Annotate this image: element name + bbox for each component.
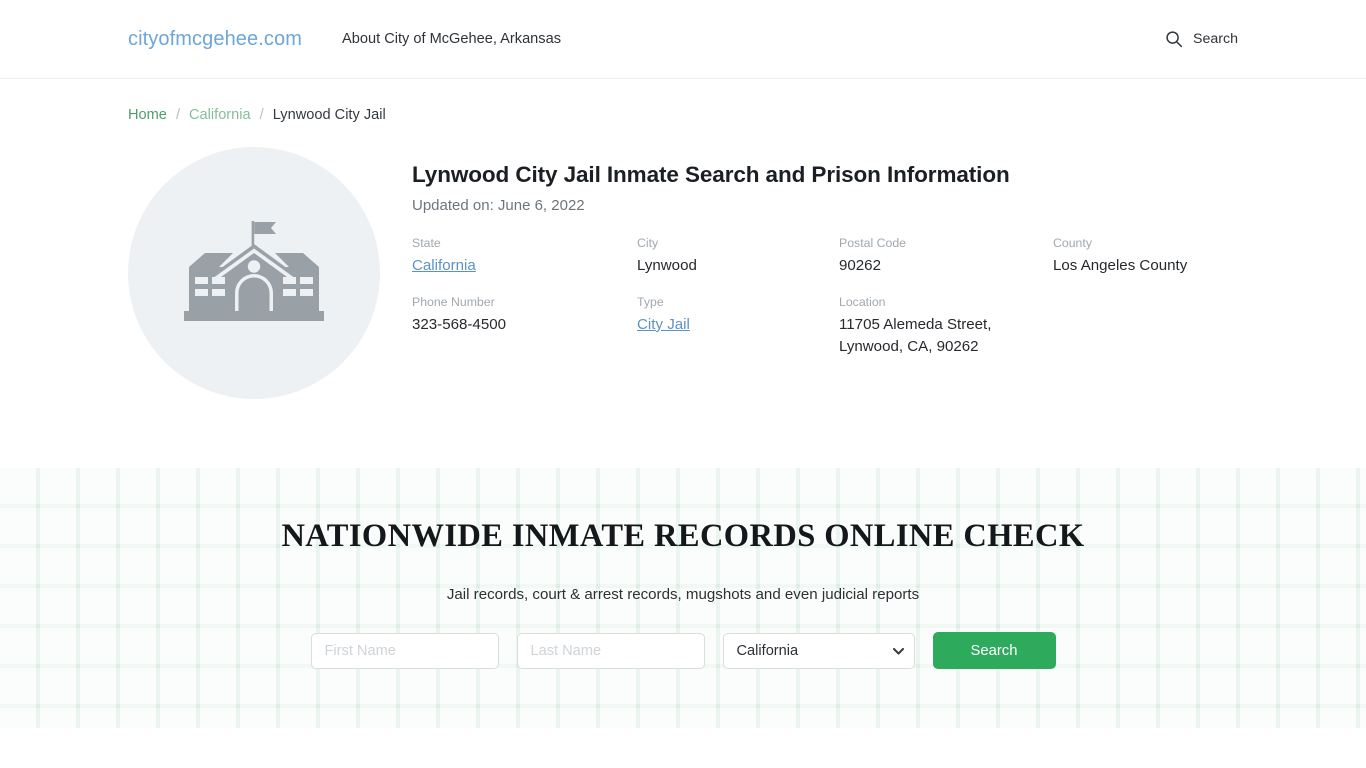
- header-search-toggle[interactable]: Search: [1165, 30, 1238, 48]
- info-value-county: Los Angeles County: [1053, 257, 1188, 275]
- info-field-type: Type City Jail: [637, 295, 839, 359]
- facility-info-grid: State California City Lynwood Postal Cod…: [412, 236, 1273, 359]
- info-field-state: State California: [412, 236, 637, 278]
- header-search-label: Search: [1193, 31, 1238, 47]
- promo-subtitle: Jail records, court & arrest records, mu…: [446, 586, 920, 603]
- breadcrumb-item-home[interactable]: Home: [128, 107, 167, 123]
- page-title: Lynwood City Jail Inmate Search and Pris…: [412, 162, 1010, 187]
- breadcrumb-item-california[interactable]: California: [189, 107, 251, 123]
- avatar: [128, 147, 380, 399]
- inmate-search-form: California Search: [0, 632, 1366, 669]
- info-label: Postal Code: [839, 236, 906, 251]
- last-name-input[interactable]: [516, 632, 705, 669]
- government-building-icon: [183, 215, 325, 332]
- info-label: Location: [839, 294, 886, 309]
- info-value-location-line2: Lynwood, CA, 90262: [839, 338, 979, 356]
- site-header: cityofmcgehee.com About City of McGehee,…: [0, 0, 1366, 79]
- promo-banner: NATIONWIDE INMATE RECORDS ONLINE CHECK J…: [0, 468, 1366, 728]
- info-field-postal-code: Postal Code 90262: [839, 236, 1053, 278]
- info-value-postal-code: 90262: [839, 257, 881, 275]
- facility-details: Lynwood City Jail Inmate Search and Pris…: [380, 145, 1273, 359]
- breadcrumb: Home / California / Lynwood City Jail: [0, 79, 1366, 123]
- info-value-state[interactable]: California: [412, 257, 476, 274]
- updated-on: Updated on: June 6, 2022: [412, 197, 585, 215]
- primary-nav: About City of McGehee, Arkansas: [342, 31, 561, 47]
- facility-avatar-wrap: [128, 145, 380, 399]
- promo-title: NATIONWIDE INMATE RECORDS ONLINE CHECK: [281, 518, 1085, 554]
- state-select-wrap: California: [722, 632, 915, 669]
- breadcrumb-separator: /: [259, 107, 264, 123]
- info-field-location: Location 11705 Alemeda Street, Lynwood, …: [839, 295, 1053, 359]
- breadcrumb-separator: /: [175, 107, 180, 123]
- facility-section: Lynwood City Jail Inmate Search and Pris…: [0, 123, 1366, 399]
- info-value-type[interactable]: City Jail: [637, 316, 690, 333]
- info-value-phone-number: 323-568-4500: [412, 315, 506, 333]
- search-icon: [1165, 30, 1183, 48]
- info-field-county: County Los Angeles County: [1053, 236, 1273, 278]
- brand-logo[interactable]: cityofmcgehee.com: [128, 28, 302, 51]
- promo-content: NATIONWIDE INMATE RECORDS ONLINE CHECK J…: [0, 468, 1366, 669]
- info-label: City: [637, 236, 659, 251]
- info-value-city: Lynwood: [637, 257, 697, 275]
- info-value-location-line1: 11705 Alemeda Street,: [839, 315, 992, 333]
- breadcrumb-item-current: Lynwood City Jail: [272, 107, 386, 123]
- info-label: Type: [637, 294, 664, 309]
- search-button[interactable]: Search: [932, 632, 1056, 669]
- info-label: County: [1053, 236, 1092, 251]
- state-select[interactable]: California: [722, 632, 915, 669]
- info-field-city: City Lynwood: [637, 236, 839, 278]
- first-name-input[interactable]: [310, 632, 499, 669]
- info-label: State: [412, 236, 441, 251]
- info-field-phone-number: Phone Number 323-568-4500: [412, 295, 637, 359]
- info-label: Phone Number: [412, 294, 495, 309]
- nav-item-about[interactable]: About City of McGehee, Arkansas: [342, 31, 561, 47]
